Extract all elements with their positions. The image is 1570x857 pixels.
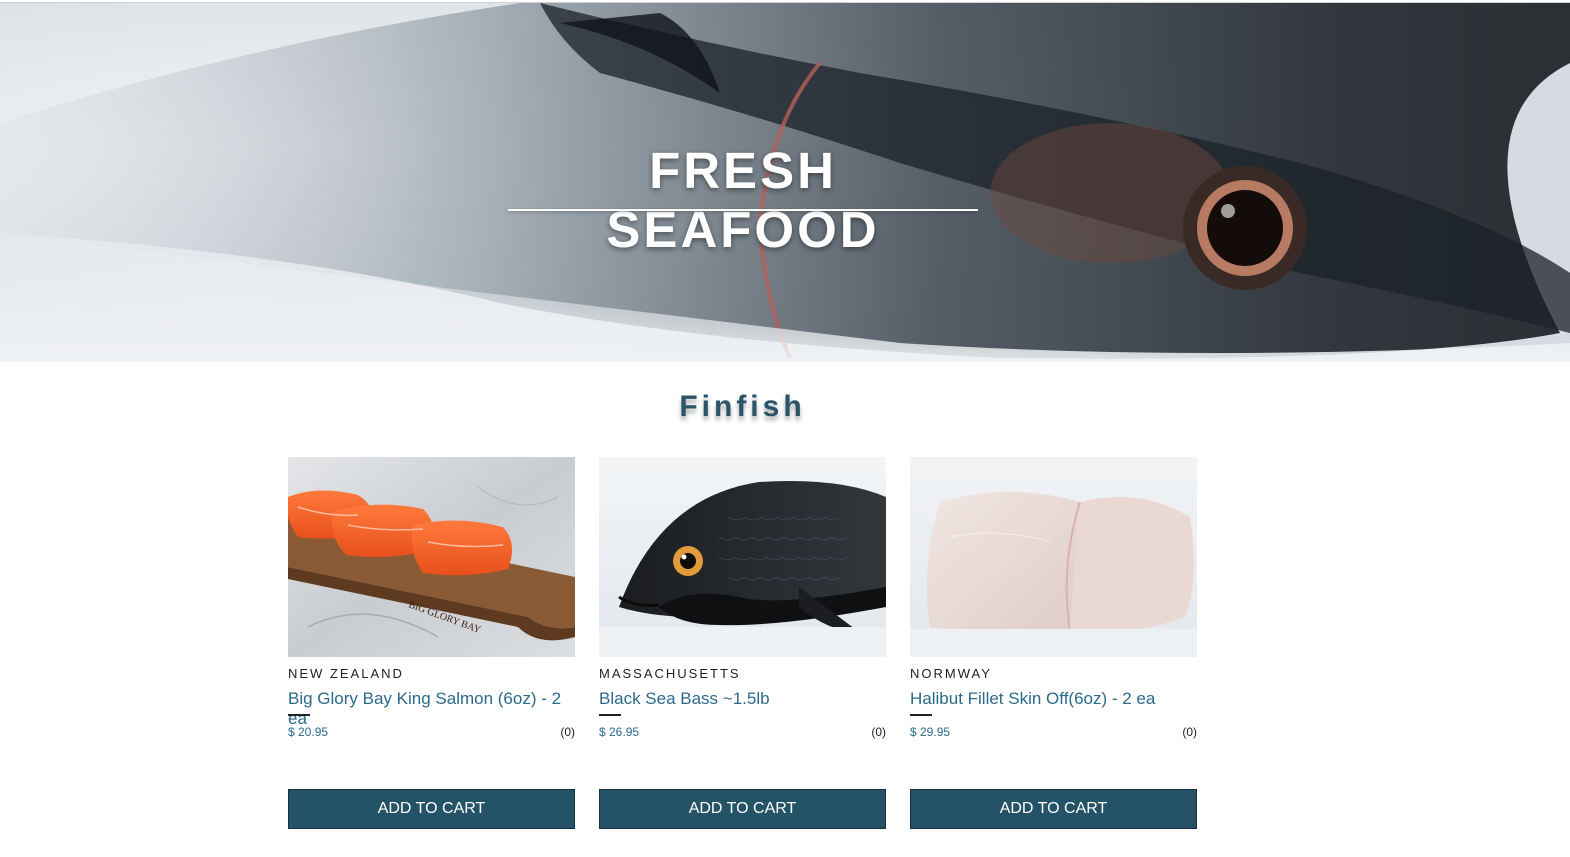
product-origin: MASSACHUSETTS — [599, 666, 741, 681]
product-image[interactable] — [910, 457, 1197, 657]
product-price: $ 20.95 — [288, 725, 329, 739]
section-title: Finfish — [679, 390, 806, 423]
product-image[interactable] — [599, 457, 886, 657]
product-name-link[interactable]: Halibut Fillet Skin Off(6oz) - 2 ea — [910, 689, 1155, 709]
add-to-cart-button[interactable]: ADD TO CART — [599, 789, 886, 829]
hero-title: FRESH SEAFOOD — [606, 142, 880, 258]
hero-banner: FRESH SEAFOOD — [0, 2, 1570, 362]
product-review-count[interactable]: (0) — [871, 725, 886, 739]
product-origin: NORMWAY — [910, 666, 992, 681]
product-price: $ 26.95 — [599, 725, 640, 739]
add-to-cart-button[interactable]: ADD TO CART — [910, 789, 1197, 829]
add-to-cart-button[interactable]: ADD TO CART — [288, 789, 575, 829]
product-review-count[interactable]: (0) — [560, 725, 575, 739]
product-origin: NEW ZEALAND — [288, 666, 404, 681]
product-name-link[interactable]: Black Sea Bass ~1.5lb — [599, 689, 770, 709]
product-card: NORMWAY Halibut Fillet Skin Off(6oz) - 2… — [910, 457, 1197, 829]
product-price: $ 29.95 — [910, 725, 951, 739]
product-card: BIG GLORY BAY NEW ZEALAND Big Glory Bay … — [288, 457, 575, 829]
product-name-divider — [288, 714, 310, 716]
product-name-divider — [910, 714, 932, 716]
product-name-divider — [599, 714, 621, 716]
product-grid: BIG GLORY BAY NEW ZEALAND Big Glory Bay … — [288, 457, 1198, 837]
hero-divider — [508, 209, 978, 211]
product-review-count[interactable]: (0) — [1182, 725, 1197, 739]
product-card: MASSACHUSETTS Black Sea Bass ~1.5lb $ 26… — [599, 457, 886, 829]
product-image[interactable]: BIG GLORY BAY — [288, 457, 575, 657]
product-name-link[interactable]: Big Glory Bay King Salmon (6oz) - 2 ea — [288, 689, 575, 729]
